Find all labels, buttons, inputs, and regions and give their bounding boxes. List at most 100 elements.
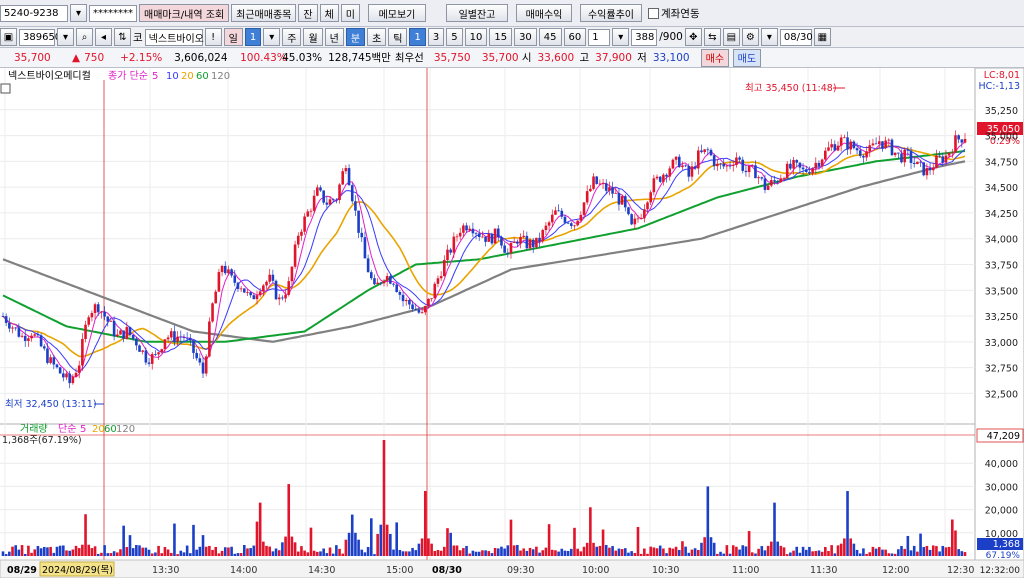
time-tick-label: 14:30 — [308, 565, 335, 576]
trade-profit-button[interactable]: 매매수익 — [515, 4, 572, 22]
volume-bar — [369, 518, 373, 556]
trade-mark-history-button[interactable]: 매매마크/내역 조회 — [139, 4, 230, 22]
volume-bar — [262, 541, 265, 556]
period-month-tab[interactable]: 월 — [303, 28, 323, 46]
candle-body — [208, 321, 211, 357]
volume-bar — [512, 545, 516, 556]
search-icon[interactable]: ⌕ — [76, 28, 93, 46]
candle-body — [538, 237, 541, 242]
period-minute-tab[interactable]: 분 — [345, 28, 366, 46]
daily-balance-button[interactable]: 일별잔고 — [445, 4, 508, 22]
date-field[interactable]: 08/30 — [779, 28, 813, 46]
low-annotation: 최저 32,450 (13:11) — [5, 399, 97, 410]
volume-bar — [646, 553, 649, 556]
period-year-tab[interactable]: 년 — [324, 28, 344, 46]
stock-chart[interactable]: 넥스트바이오메디컬 종가 단순 5 10 20 60 120최고 35,450 (11:48… — [0, 68, 1024, 578]
minute-45-button[interactable]: 45 — [538, 28, 562, 46]
candle-body — [646, 202, 649, 210]
candle-body — [84, 324, 87, 339]
volume-bar — [322, 548, 325, 556]
volume-bar — [354, 532, 357, 556]
candle-body — [433, 283, 437, 299]
crosshair-icon[interactable]: ✥ — [684, 28, 702, 46]
chart-settings-toolbar: ▣ 389650 ▾ ⌕ ◂ ⇅ 코 넥스트바이오 ! 일 1 ▾ 주 월 년 … — [0, 27, 1024, 48]
sort-icon[interactable]: ⇅ — [114, 28, 131, 46]
minute-30-button[interactable]: 30 — [514, 28, 537, 46]
save-icon[interactable]: ▤ — [722, 28, 740, 46]
account-dropdown-button[interactable]: ▾ — [70, 4, 87, 22]
candle-body — [500, 237, 503, 246]
candle-body — [96, 304, 100, 313]
volume-bar — [138, 545, 141, 556]
calendar-icon[interactable]: ▦ — [813, 28, 831, 46]
minute-3-button[interactable]: 3 — [427, 28, 445, 46]
volume-bar — [249, 548, 252, 556]
sell-button[interactable]: 매도 — [732, 48, 761, 67]
volume-bar — [439, 550, 443, 556]
period-count-value[interactable]: 1 — [244, 28, 262, 46]
candle-body — [757, 177, 760, 179]
count-field[interactable]: 388 — [631, 28, 658, 46]
balance-button[interactable]: 잔 — [298, 4, 318, 22]
period-second-tab[interactable]: 초 — [367, 28, 387, 46]
minute-1-button[interactable]: 1 — [409, 28, 426, 46]
volume-bar — [947, 546, 951, 556]
settings-icon[interactable]: ⚙ — [741, 28, 759, 46]
volume-bar — [452, 545, 456, 556]
candle-body — [630, 214, 633, 225]
volume-bar — [820, 551, 824, 556]
minute-10-button[interactable]: 10 — [464, 28, 488, 46]
toggle-icon[interactable]: ▣ — [0, 28, 17, 46]
high-annotation: 최고 35,450 (11:48) — [745, 83, 837, 94]
volume-bar — [284, 536, 287, 556]
minute-60-button[interactable]: 60 — [563, 28, 587, 46]
period-dropdown-button[interactable]: ▾ — [263, 28, 281, 46]
period-week-tab[interactable]: 주 — [282, 28, 302, 46]
volume-bar — [951, 519, 954, 556]
stock-code-field[interactable]: 389650 — [19, 28, 61, 46]
volume-bar — [744, 546, 748, 556]
executed-button[interactable]: 체 — [319, 4, 339, 22]
volume-bar — [90, 548, 94, 556]
candle-body — [909, 150, 913, 163]
password-field[interactable]: ******** — [89, 4, 137, 22]
code-dropdown-button[interactable]: ▾ — [57, 28, 74, 46]
minute-5-button[interactable]: 5 — [446, 28, 463, 46]
volume-bar — [849, 538, 853, 556]
candle-body — [770, 180, 773, 186]
memo-view-button[interactable]: 메모보기 — [367, 4, 426, 22]
volume-bar — [595, 546, 599, 556]
recent-trades-button[interactable]: 최근매매종목 — [231, 4, 297, 22]
price-tick-label: 34,250 — [985, 209, 1018, 220]
speaker-icon[interactable]: ◂ — [95, 28, 112, 46]
unfilled-button[interactable]: 미 — [340, 4, 360, 22]
date-dropdown-icon[interactable]: ▾ — [760, 28, 778, 46]
candle-body — [706, 149, 710, 151]
volume-bar — [135, 545, 138, 556]
alert-button[interactable]: ! — [204, 28, 222, 46]
volume-bar — [46, 547, 49, 556]
minute-15-button[interactable]: 15 — [489, 28, 513, 46]
unit-dropdown-button[interactable]: ▾ — [612, 28, 630, 46]
volume-bar — [925, 545, 929, 556]
unit-field[interactable]: 1 — [588, 28, 611, 46]
indicator-icon[interactable]: ⇆ — [703, 28, 721, 46]
candle-body — [477, 233, 481, 238]
candle-body — [582, 202, 586, 215]
candle-body — [36, 334, 40, 336]
volume-bar — [449, 532, 452, 556]
candle-body — [316, 187, 319, 196]
period-tick-tab[interactable]: 틱 — [388, 28, 408, 46]
candle-body — [220, 265, 224, 273]
profit-trend-button[interactable]: 수익률추이 — [579, 4, 642, 22]
candle-body — [373, 278, 376, 285]
candle-body — [893, 152, 897, 156]
stock-name-field[interactable]: 넥스트바이오 — [144, 28, 204, 46]
candle-body — [398, 292, 402, 295]
candle-body — [954, 135, 957, 153]
account-link-checkbox[interactable] — [647, 7, 659, 19]
account-number-field[interactable]: 5240-9238 — [0, 4, 68, 22]
period-day-tab[interactable]: 일 — [223, 28, 243, 46]
buy-button[interactable]: 매수 — [700, 48, 729, 67]
candle-body — [420, 312, 424, 314]
